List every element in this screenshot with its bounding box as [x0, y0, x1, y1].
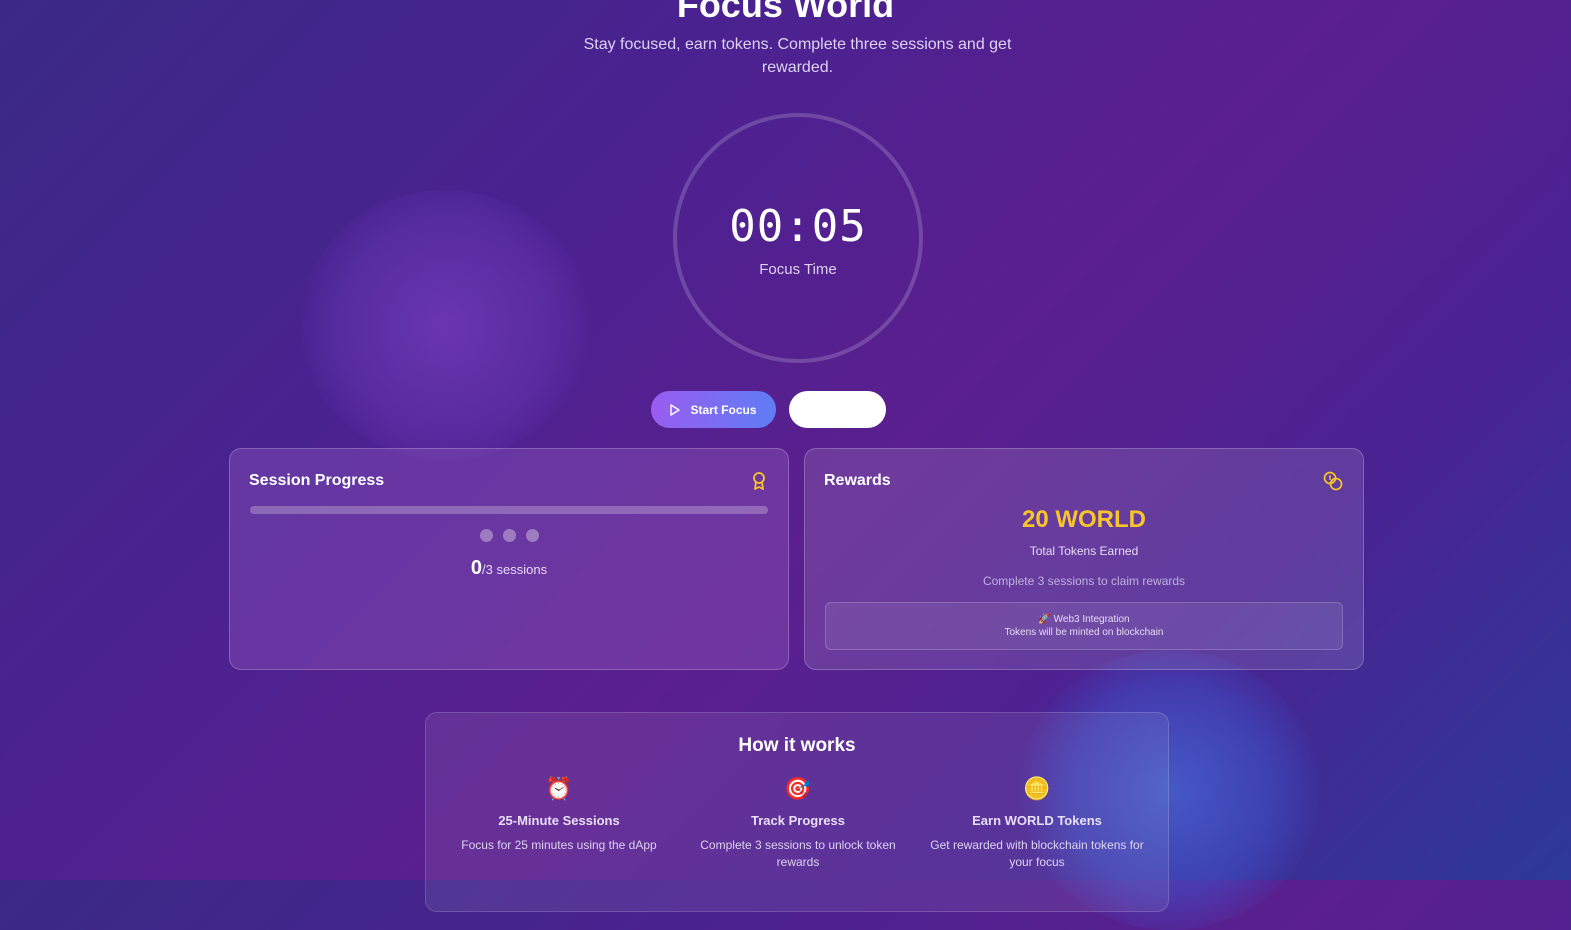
secondary-button[interactable]	[789, 391, 886, 428]
session-count-total: /3 sessions	[482, 562, 548, 577]
step-desc: Get rewarded with blockchain tokens for …	[930, 838, 1144, 869]
start-focus-label: Start Focus	[690, 402, 757, 417]
step-desc: Complete 3 sessions to unlock token rewa…	[700, 838, 896, 869]
play-icon	[670, 403, 681, 416]
background-glow-left	[300, 190, 590, 460]
rewards-amount-label: Total Tokens Earned	[1029, 544, 1139, 558]
target-icon: 🎯	[784, 776, 812, 801]
session-count-completed: 0	[470, 557, 483, 579]
step-desc: Focus for 25 minutes using the dApp	[461, 838, 657, 852]
session-dot	[525, 529, 539, 542]
web3-title: 🚀 Web3 Integration	[1038, 614, 1130, 625]
step-title: Track Progress	[751, 813, 845, 828]
rewards-title: Rewards	[824, 472, 891, 489]
session-progress-title: Session Progress	[249, 472, 385, 489]
session-dot	[479, 529, 493, 542]
step-sessions: ⏰ 25-Minute Sessions Focus for 25 minute…	[444, 775, 674, 854]
session-progress-card: Session Progress 0/3 sessions	[229, 448, 789, 670]
focus-timer: 00:05 Focus Time	[673, 113, 923, 363]
page-title: Focus World	[676, 0, 895, 25]
rewards-claim-hint: Complete 3 sessions to claim rewards	[982, 574, 1186, 588]
page-subtitle: Stay focused, earn tokens. Complete thre…	[583, 36, 1012, 76]
step-title: 25-Minute Sessions	[498, 813, 620, 828]
how-it-works-section: How it works ⏰ 25-Minute Sessions Focus …	[425, 712, 1169, 912]
alarm-clock-icon: ⏰	[545, 776, 573, 801]
step-earn-tokens: 🪙 Earn WORLD Tokens Get rewarded with bl…	[922, 775, 1152, 871]
timer-value: 00:05	[729, 201, 867, 252]
session-dot	[502, 529, 516, 542]
rewards-amount: 20 WORLD	[1021, 506, 1146, 533]
web3-info-box: 🚀 Web3 Integration Tokens will be minted…	[825, 602, 1343, 650]
timer-label: Focus Time	[759, 261, 837, 278]
award-icon	[753, 472, 765, 490]
start-focus-button[interactable]: Start Focus	[651, 391, 776, 428]
step-track-progress: 🎯 Track Progress Complete 3 sessions to …	[683, 775, 913, 871]
rewards-card: Rewards 20 WORLD Total Tokens Earned Com…	[804, 448, 1364, 670]
step-title: Earn WORLD Tokens	[972, 813, 1102, 828]
coins-icon	[1323, 471, 1343, 491]
how-it-works-title: How it works	[738, 735, 856, 756]
session-progress-bar	[250, 506, 768, 514]
web3-desc: Tokens will be minted on blockchain	[1004, 627, 1164, 638]
session-dots	[230, 529, 788, 542]
coin-icon: 🪙	[1023, 776, 1051, 801]
session-count: 0/3 sessions	[230, 557, 788, 580]
